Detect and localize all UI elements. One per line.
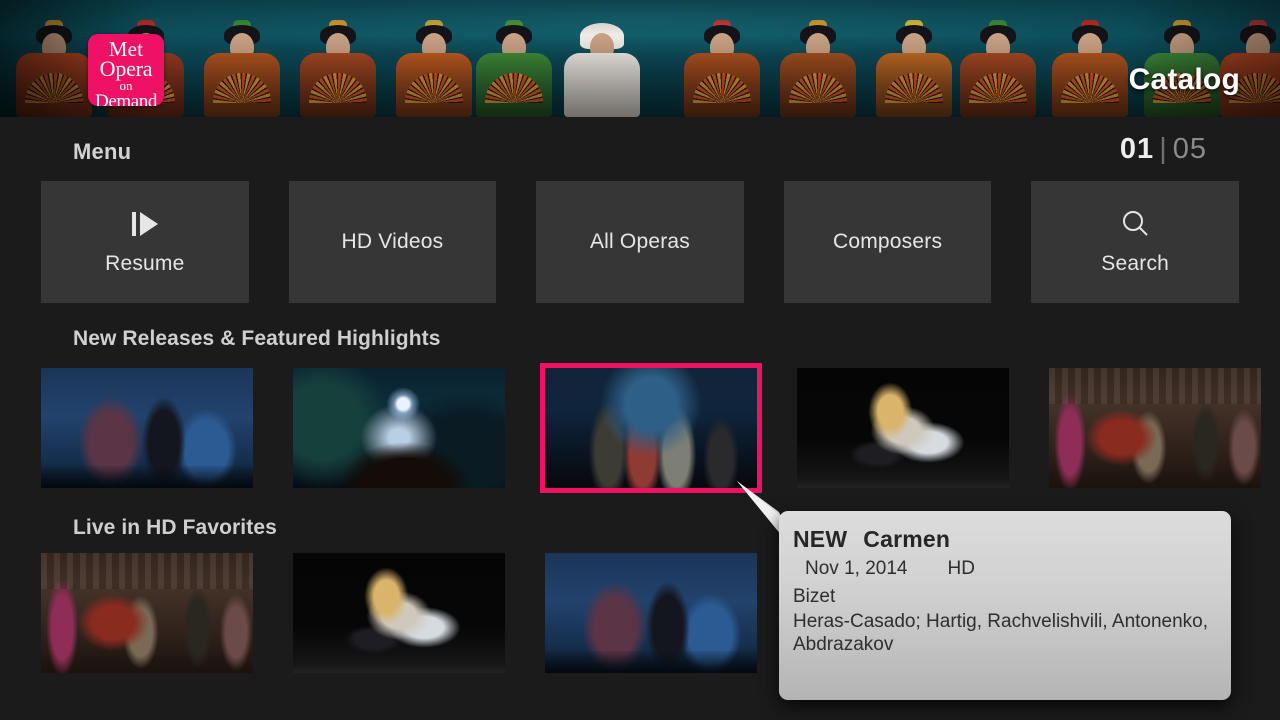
info-tooltip: NEW Carmen Nov 1, 2014 HD Bizet Heras-Ca…: [779, 511, 1231, 700]
menu-button-composers-label: Composers: [832, 230, 943, 253]
met-opera-on-demand-logo[interactable]: Met Opera on Demand: [88, 34, 164, 106]
tile-traviata-2[interactable]: [545, 553, 757, 673]
menu-button-resume[interactable]: Resume: [41, 181, 249, 303]
tooltip-composer: Bizet: [793, 586, 836, 607]
logo-line-demand: Demand: [95, 91, 157, 106]
menu-button-hd-videos[interactable]: HD Videos: [288, 181, 497, 303]
tile-parlor[interactable]: [1049, 368, 1261, 488]
section-title-new-releases: New Releases & Featured Highlights: [73, 327, 441, 350]
menu-button-search[interactable]: Search: [1031, 181, 1239, 303]
tile-carmen-selected[interactable]: [540, 363, 762, 493]
tooltip-title: Carmen: [863, 526, 951, 552]
tooltip-cast: Heras-Casado; Hartig, Rachvelishvili, An…: [793, 611, 1209, 655]
menu-button-all-operas[interactable]: All Operas: [536, 181, 744, 303]
tile-rusalka[interactable]: [293, 368, 505, 488]
banner-vignette: [0, 0, 1280, 117]
page-total: 05: [1172, 133, 1207, 165]
menu-button-resume-label: Resume: [105, 252, 185, 275]
menu-button-row: Resume HD Videos All Operas Composers Se…: [41, 181, 1239, 303]
tile-macbeth[interactable]: [797, 368, 1009, 488]
section-title-live-in-hd-favorites: Live in HD Favorites: [73, 516, 277, 539]
app-root: Met Opera on Demand Catalog Menu 01 | 05…: [0, 0, 1280, 720]
tile-row-live-in-hd-favorites: [41, 553, 757, 673]
page-current: 01: [1119, 133, 1155, 165]
page-separator: |: [1159, 133, 1168, 165]
page-title: Catalog: [1128, 63, 1240, 96]
play-resume-icon: [125, 208, 165, 246]
tile-macbeth-2[interactable]: [293, 553, 505, 673]
menu-button-all-operas-label: All Operas: [589, 230, 690, 253]
tooltip-title-row: NEW Carmen: [793, 526, 1231, 553]
menu-button-composers[interactable]: Composers: [783, 181, 992, 303]
menu-button-search-label: Search: [1101, 252, 1170, 275]
tile-traviata[interactable]: [41, 368, 253, 488]
tooltip-meta-row: Nov 1, 2014 HD: [805, 558, 1231, 580]
page-indicator: 01 | 05: [1120, 133, 1207, 166]
menu-heading: Menu: [73, 139, 132, 164]
logo-line-opera: Opera: [99, 56, 153, 81]
search-icon: [1118, 208, 1152, 246]
status-badge-new: NEW: [793, 526, 848, 552]
menu-button-hd-videos-label: HD Videos: [341, 230, 444, 253]
header-banner: Met Opera on Demand Catalog: [0, 0, 1280, 117]
tile-parlor-2[interactable]: [41, 553, 253, 673]
tooltip-quality: HD: [947, 558, 975, 579]
tile-row-new-releases: [41, 363, 1261, 493]
tooltip-date: Nov 1, 2014: [805, 558, 908, 579]
